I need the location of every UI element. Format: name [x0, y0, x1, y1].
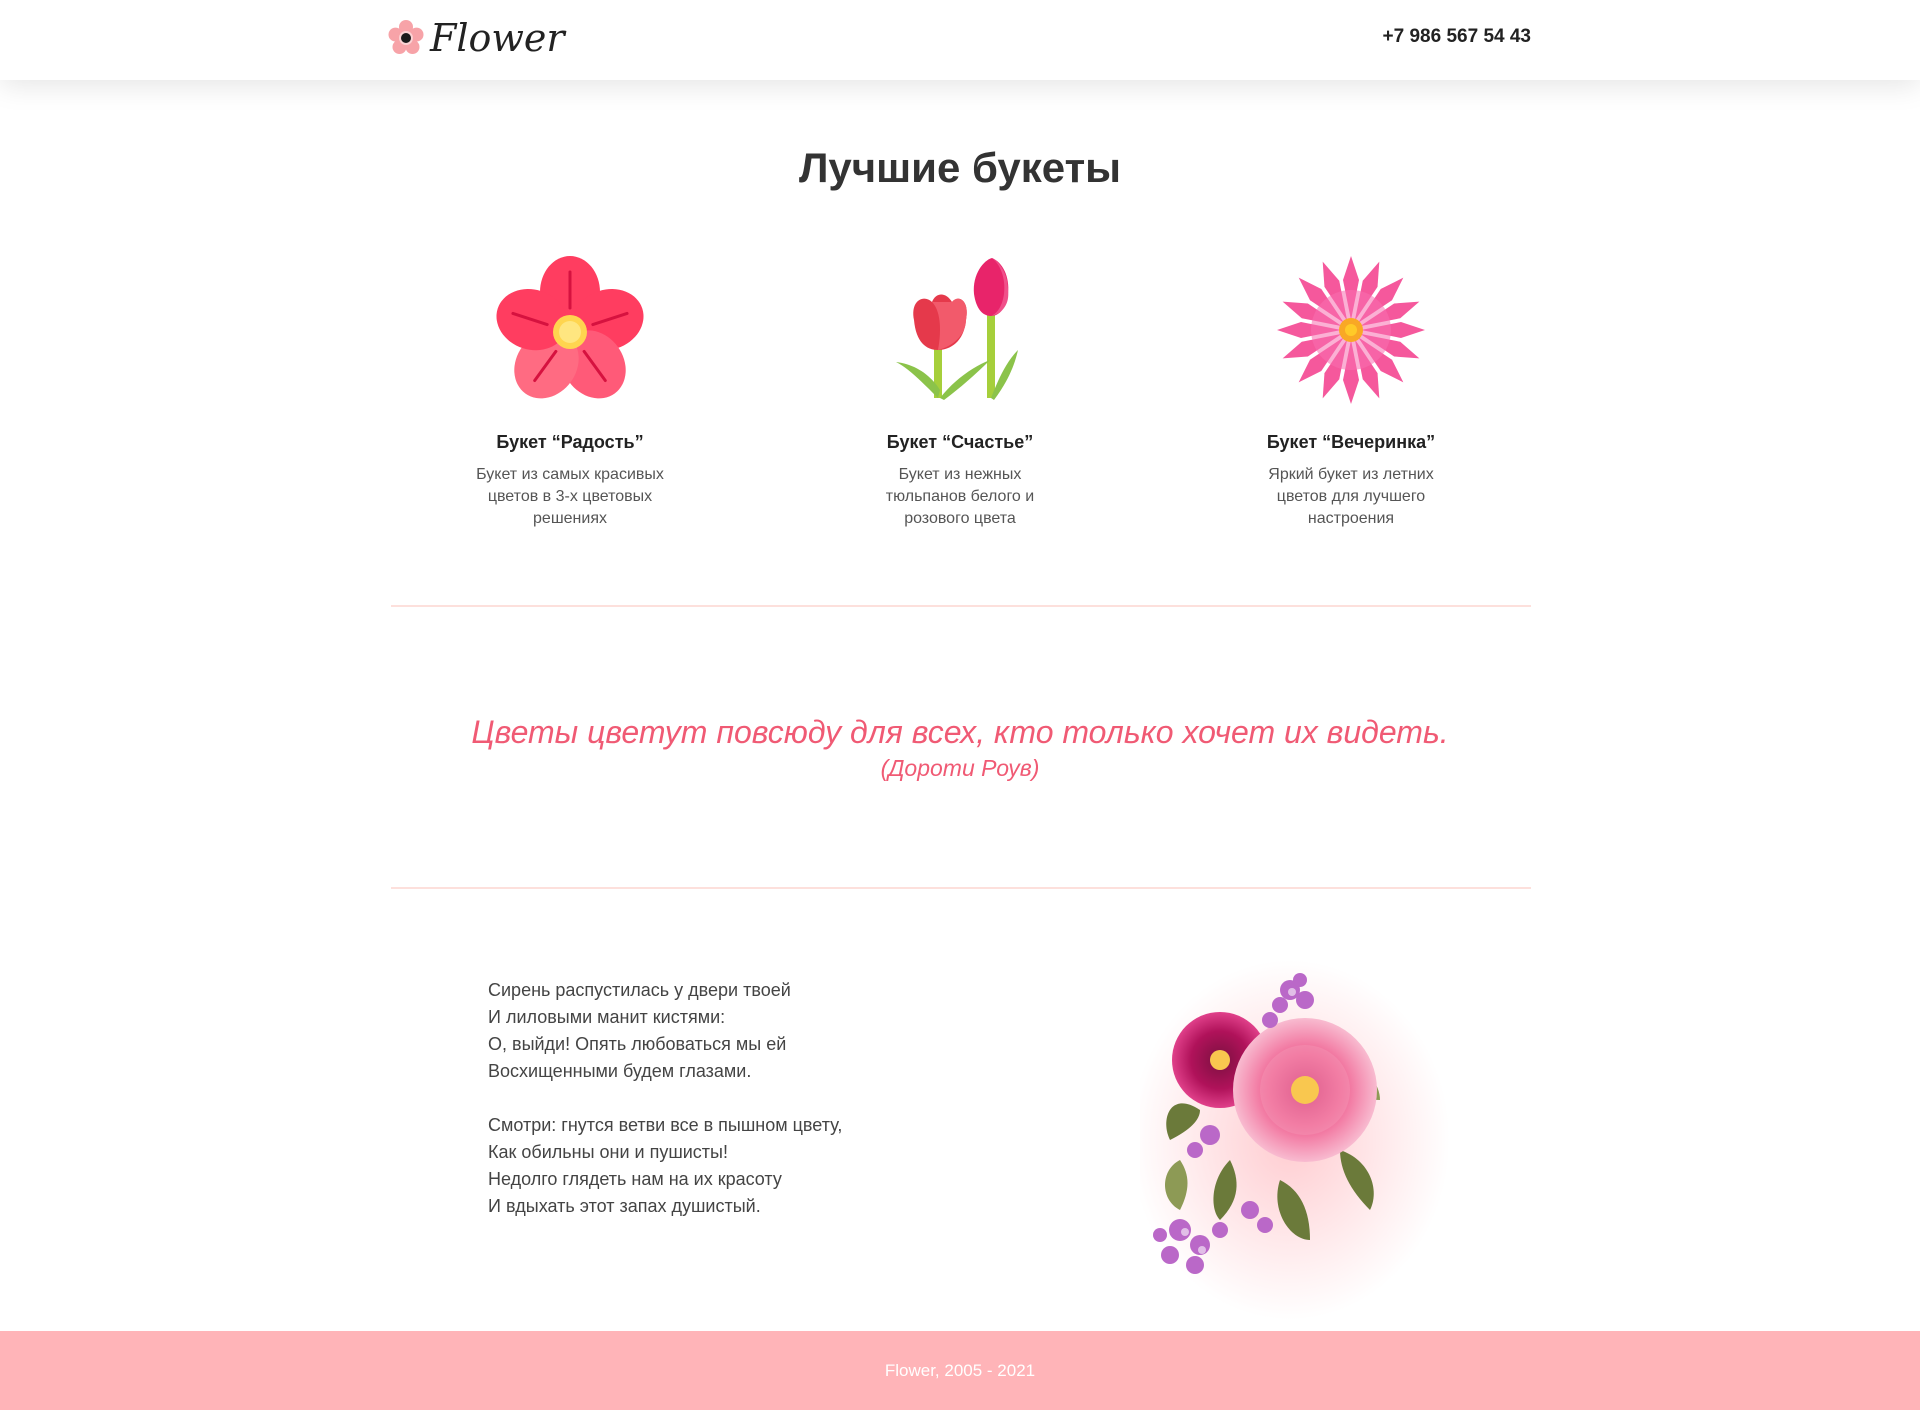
product-card: Букет “Счастье” Букет из нежных тюльпано…	[830, 250, 1090, 530]
product-name: Букет “Вечеринка”	[1266, 432, 1436, 452]
bouquet-image	[1140, 960, 1450, 1320]
poem-line: Восхищенными будем глазами.	[488, 1061, 752, 1081]
poem-line: Сирень распустилась у двери твоей	[488, 980, 791, 1000]
divider-bottom	[391, 887, 1531, 889]
divider-top	[391, 605, 1531, 607]
product-description: Букет из нежных тюльпанов белого и розов…	[885, 466, 1035, 527]
logo[interactable]: Flower	[388, 18, 565, 58]
daisy-flower-icon	[1277, 256, 1425, 404]
poem-line: Недолго глядеть нам на их красоту	[488, 1169, 782, 1189]
footer-copyright: Flower, 2005 - 2021	[884, 1360, 1036, 1380]
quote-author: (Дороти Роув)	[880, 755, 1040, 781]
tulips-icon	[896, 258, 1018, 400]
flower-logo-icon	[388, 20, 424, 54]
poem-line: И вдыхать этот запах душистый.	[488, 1196, 761, 1216]
product-name: Букет “Радость”	[496, 432, 644, 452]
product-name: Букет “Счастье”	[886, 432, 1034, 452]
site-header: Flower +7 986 567 54 43	[0, 0, 1920, 80]
product-card: Букет “Радость” Букет из самых красивых …	[440, 250, 700, 530]
poem-line: О, выйди! Опять любоваться мы ей	[488, 1034, 787, 1054]
phone-number[interactable]: +7 986 567 54 43	[1330, 24, 1531, 50]
product-card: Букет “Вечеринка” Яркий букет из летних …	[1221, 250, 1481, 530]
poem-stanza: Смотри: гнутся ветви все в пышном цвету,…	[488, 1112, 842, 1220]
poem-stanza: Сирень распустилась у двери твоей И лило…	[488, 977, 842, 1085]
logo-text: Flower	[430, 16, 565, 60]
poem-line: И лиловыми манит кистями:	[488, 1007, 726, 1027]
quote-text: Цветы цветут повсюду для всех, кто тольк…	[471, 714, 1449, 750]
product-description: Букет из самых красивых цветов в 3-х цве…	[476, 466, 664, 527]
pink-flower-icon	[496, 256, 644, 399]
poem: Сирень распустилась у двери твоей И лило…	[488, 977, 842, 1247]
poem-line: Смотри: гнутся ветви все в пышном цвету,	[488, 1115, 843, 1135]
site-footer: Flower, 2005 - 2021	[0, 1331, 1920, 1410]
section-title: Лучшие букеты	[798, 144, 1122, 191]
poem-line: Как обильны они и пушисты!	[488, 1142, 728, 1162]
product-description: Яркий букет из летних цветов для лучшего…	[1268, 466, 1434, 527]
